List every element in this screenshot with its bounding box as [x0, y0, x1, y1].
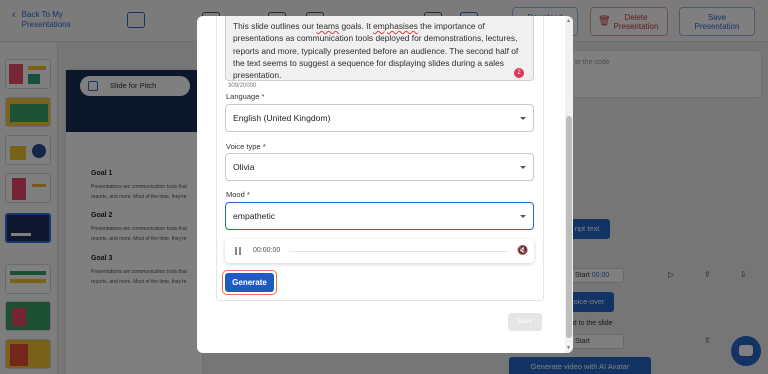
caret-down-icon — [520, 117, 526, 120]
voice-value: Olivia — [233, 162, 255, 172]
audio-player: 00:00:00 🔇 — [225, 239, 534, 263]
voice-type-select[interactable]: Olivia — [225, 153, 534, 181]
spelling-error-badge[interactable]: 2 — [514, 68, 524, 78]
voice-over-modal: This slide outlines our teams goals. It … — [197, 16, 573, 353]
language-label: Language * — [226, 92, 265, 101]
player-time: 00:00:00 — [253, 247, 281, 254]
scroll-down-icon[interactable]: ▼ — [566, 345, 571, 351]
script-text: goals. It — [339, 21, 374, 31]
character-count: 309/20000 — [228, 83, 257, 89]
generate-button[interactable]: Generate — [225, 273, 274, 292]
mood-value: empathetic — [233, 211, 276, 221]
mood-select[interactable]: empathetic — [225, 202, 534, 230]
language-value: English (United Kingdom) — [233, 113, 331, 123]
script-text: This slide outlines our — [233, 21, 317, 31]
mute-icon[interactable]: 🔇 — [517, 245, 528, 256]
caret-down-icon — [520, 166, 526, 169]
language-select[interactable]: English (United Kingdom) — [225, 104, 534, 132]
caret-down-icon — [520, 215, 526, 218]
pause-icon[interactable] — [235, 247, 241, 255]
audio-progress-track[interactable] — [289, 251, 507, 252]
misspelled-word: emphasises — [373, 21, 418, 31]
misspelled-word: teams — [316, 21, 340, 31]
mood-label: Mood * — [226, 190, 250, 199]
script-textarea[interactable]: This slide outlines our teams goals. It … — [225, 16, 534, 81]
scrollbar-thumb[interactable] — [566, 116, 572, 338]
scroll-up-icon[interactable]: ▲ — [566, 18, 571, 24]
voice-type-label: Voice type * — [226, 142, 266, 151]
save-button[interactable]: Save — [508, 313, 542, 331]
modal-scrollbar[interactable]: ▲ ▼ — [565, 16, 573, 353]
